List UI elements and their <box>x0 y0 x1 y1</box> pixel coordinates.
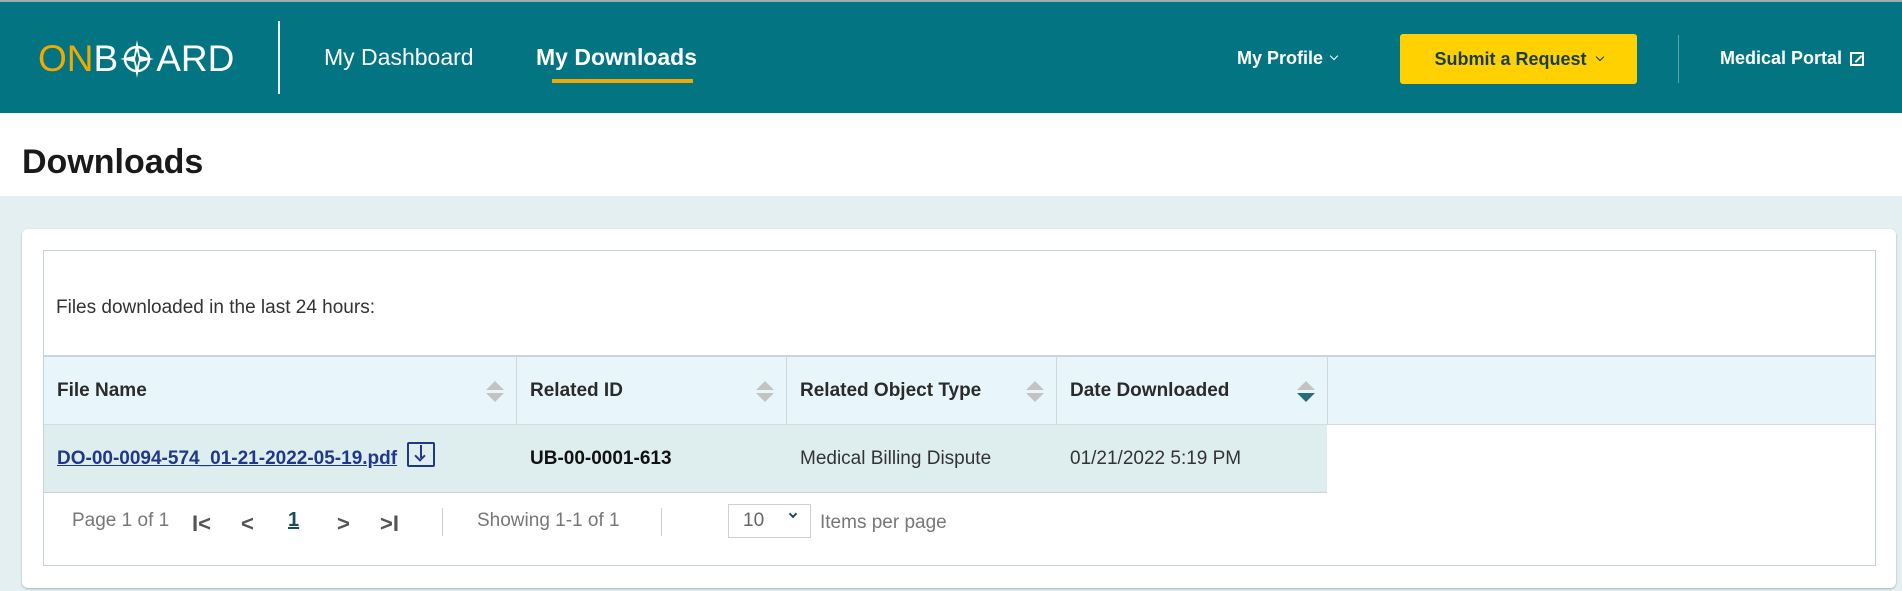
medical-portal-label: Medical Portal <box>1720 48 1843 68</box>
last-page-button[interactable]: >I <box>380 511 399 537</box>
downloads-caption: Files downloaded in the last 24 hours: <box>56 297 375 318</box>
download-icon[interactable] <box>407 442 436 467</box>
next-page-button[interactable]: > <box>337 511 350 537</box>
my-profile-menu[interactable]: My Profile <box>1237 48 1339 69</box>
chevron-down-icon <box>788 509 798 519</box>
column-label: Related Object Type <box>800 380 982 401</box>
table-row: DO-00-0094-574_01-21-2022-05-19.pdf UB-0… <box>44 425 1327 493</box>
first-page-button[interactable]: I< <box>192 511 211 537</box>
column-header-date-downloaded[interactable]: Date Downloaded <box>1057 357 1328 425</box>
column-header-related-object-type[interactable]: Related Object Type <box>787 357 1057 425</box>
page-title: Downloads <box>22 143 204 181</box>
pagination-divider <box>442 508 443 536</box>
sort-descending-icon[interactable] <box>1297 381 1315 403</box>
column-label: File Name <box>57 380 147 401</box>
medical-portal-link[interactable]: Medical Portal <box>1720 48 1865 69</box>
sort-icon[interactable] <box>756 381 774 403</box>
items-per-page-select[interactable]: 10 <box>728 504 811 538</box>
page-title-bar: Downloads <box>0 113 1902 196</box>
active-nav-indicator <box>552 79 693 83</box>
nav-my-downloads[interactable]: My Downloads <box>536 44 697 71</box>
column-header-related-id[interactable]: Related ID <box>517 357 787 425</box>
cell-object-type: Medical Billing Dispute <box>800 447 992 469</box>
pagination-divider <box>661 508 662 536</box>
page-number-current[interactable]: 1 <box>288 509 299 532</box>
column-label: Related ID <box>530 380 623 401</box>
downloads-card: Files downloaded in the last 24 hours: F… <box>22 229 1896 588</box>
previous-page-button[interactable]: < <box>241 511 254 537</box>
items-per-page-label: Items per page <box>820 512 947 533</box>
logo-divider <box>278 21 280 94</box>
cell-file-name: DO-00-0094-574_01-21-2022-05-19.pdf <box>44 425 517 492</box>
compass-icon <box>120 40 155 78</box>
nav-my-dashboard[interactable]: My Dashboard <box>324 44 474 71</box>
downloads-panel: Files downloaded in the last 24 hours: F… <box>43 250 1876 566</box>
page-indicator: Page 1 of 1 <box>72 510 170 531</box>
logo-text-b: B <box>93 38 119 79</box>
logo-text-ard: ARD <box>156 38 235 79</box>
cell-related-id: UB-00-0001-613 <box>530 447 672 469</box>
cell-date-downloaded: 01/21/2022 5:19 PM <box>1070 447 1242 469</box>
submit-request-button[interactable]: Submit a Request <box>1400 34 1637 84</box>
table-header: File Name Related ID Related Object Type… <box>44 355 1875 425</box>
file-name-link[interactable]: DO-00-0094-574_01-21-2022-05-19.pdf <box>57 448 397 470</box>
header-divider <box>1678 35 1679 83</box>
items-per-page-value: 10 <box>743 510 765 531</box>
chevron-down-icon <box>1595 52 1604 61</box>
external-link-icon <box>1850 51 1865 66</box>
pagination: Page 1 of 1 I< < 1 > >I Showing 1-1 of 1… <box>44 501 1044 541</box>
onboard-logo[interactable]: ON B ARD <box>38 38 235 79</box>
my-profile-label: My Profile <box>1237 48 1324 68</box>
chevron-down-icon <box>1329 51 1339 61</box>
top-navigation-bar: ON B ARD My Dashboard My Downloads My Pro… <box>0 0 1902 113</box>
showing-count: Showing 1-1 of 1 <box>477 510 620 531</box>
submit-request-label: Submit a Request <box>1434 48 1587 69</box>
column-header-file-name[interactable]: File Name <box>44 357 517 425</box>
sort-icon[interactable] <box>1026 381 1044 403</box>
column-label: Date Downloaded <box>1070 380 1230 401</box>
sort-icon[interactable] <box>486 381 504 403</box>
logo-text-on: ON <box>38 38 94 79</box>
